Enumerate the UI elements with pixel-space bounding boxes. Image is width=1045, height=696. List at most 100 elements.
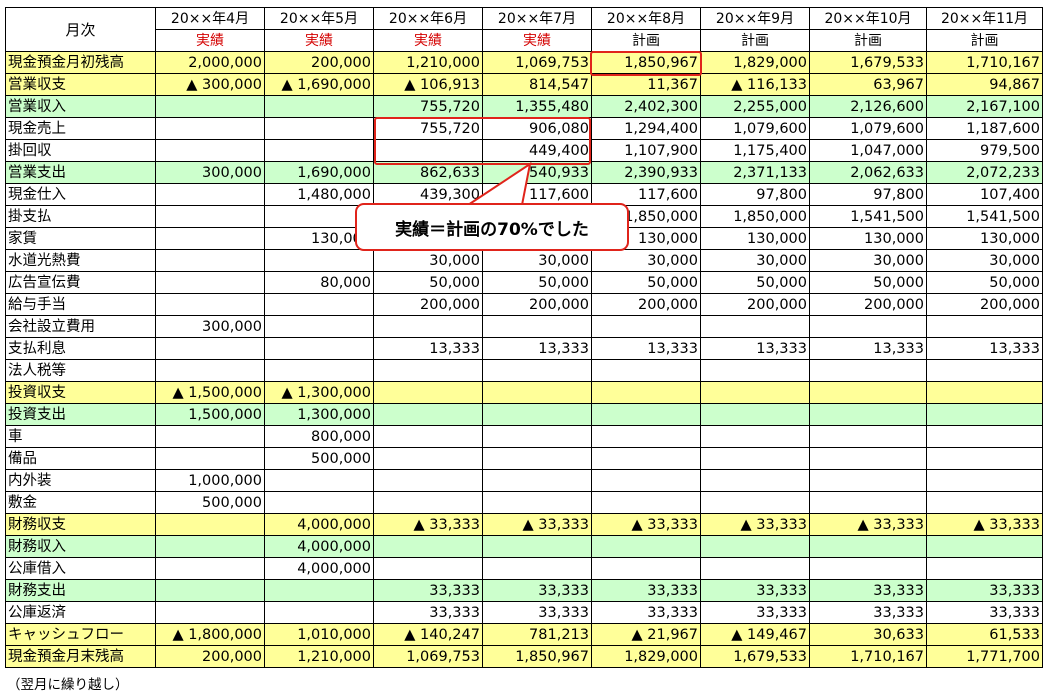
- value-cell: [926, 447, 1043, 470]
- value-cell: 30,000: [373, 249, 483, 272]
- value-cell: [373, 403, 483, 426]
- value-cell: 50,000: [700, 271, 810, 294]
- value-cell: 61,533: [926, 623, 1043, 646]
- value-cell: [700, 557, 810, 580]
- value-cell: 200,000: [155, 645, 265, 668]
- value-cell: 4,000,000: [264, 557, 374, 580]
- value-cell: 1,710,167: [926, 51, 1043, 74]
- value-cell: [373, 425, 483, 448]
- value-cell: [809, 315, 927, 338]
- value-cell: 13,333: [591, 337, 701, 360]
- value-cell: [264, 139, 374, 162]
- value-cell: 30,000: [926, 249, 1043, 272]
- value-cell: 1,000,000: [155, 469, 265, 492]
- value-cell: 1,069,753: [482, 51, 592, 74]
- table-row: 現金売上 755,720 906,080 1,294,400 1,079,600 1,07…: [5, 117, 1043, 140]
- value-cell: 755,720: [373, 95, 483, 118]
- value-cell: ▲ 149,467: [700, 623, 810, 646]
- value-cell: 200,000: [700, 293, 810, 316]
- value-cell: 2,371,133: [700, 161, 810, 184]
- value-cell: 1,175,400: [700, 139, 810, 162]
- table-row: 会社設立費用 300,000: [5, 315, 1043, 338]
- value-cell: ▲ 33,333: [482, 513, 592, 536]
- value-cell: 449,400: [482, 139, 592, 162]
- row-label: 投資収支: [5, 381, 156, 404]
- row-label: 投資支出: [5, 403, 156, 426]
- value-cell: [155, 337, 265, 360]
- value-cell: [482, 381, 592, 404]
- value-cell: [373, 491, 483, 514]
- row-label: 支払利息: [5, 337, 156, 360]
- value-cell: 50,000: [809, 271, 927, 294]
- value-cell: 300,000: [155, 161, 265, 184]
- value-cell: 2,062,633: [809, 161, 927, 184]
- value-cell: 33,333: [926, 579, 1043, 602]
- value-cell: [264, 249, 374, 272]
- row-label: 公庫借入: [5, 557, 156, 580]
- value-cell: 200,000: [482, 293, 592, 316]
- value-cell: 50,000: [482, 271, 592, 294]
- value-cell: [926, 469, 1043, 492]
- value-cell: 1,300,000: [264, 403, 374, 426]
- kind-label-plan: 計画: [591, 29, 701, 52]
- value-cell: ▲ 33,333: [373, 513, 483, 536]
- row-label: 会社設立費用: [5, 315, 156, 338]
- value-cell: 63,967: [809, 73, 927, 96]
- value-cell: 130,000: [700, 227, 810, 250]
- value-cell: 2,390,933: [591, 161, 701, 184]
- value-cell: 1,480,000: [264, 183, 374, 206]
- row-label: 財務収入: [5, 535, 156, 558]
- value-cell: [591, 403, 701, 426]
- value-cell: [809, 381, 927, 404]
- row-label: キャッシュフロー: [5, 623, 156, 646]
- value-cell: [155, 579, 265, 602]
- value-cell: 30,000: [809, 249, 927, 272]
- value-cell: ▲ 1,800,000: [155, 623, 265, 646]
- value-cell: ▲ 33,333: [700, 513, 810, 536]
- value-cell: 2,255,000: [700, 95, 810, 118]
- value-cell: 200,000: [591, 293, 701, 316]
- table-row: 現金預金月末残高 200,000 1,210,000 1,069,753 1,850,9…: [5, 645, 1043, 668]
- value-cell: [700, 381, 810, 404]
- value-cell: 1,850,967: [482, 645, 592, 668]
- value-cell: 1,010,000: [264, 623, 374, 646]
- row-label: 財務収支: [5, 513, 156, 536]
- value-cell: [373, 315, 483, 338]
- value-cell: 13,333: [373, 337, 483, 360]
- value-cell: [264, 469, 374, 492]
- value-cell: 33,333: [482, 601, 592, 624]
- value-cell: 200,000: [926, 293, 1043, 316]
- value-cell: [264, 293, 374, 316]
- value-cell: 33,333: [700, 601, 810, 624]
- value-cell: 1,079,600: [809, 117, 927, 140]
- value-cell: [926, 491, 1043, 514]
- table-row: 法人税等: [5, 359, 1043, 382]
- table-row: 投資支出 1,500,000 1,300,000: [5, 403, 1043, 426]
- value-cell: 1,210,000: [373, 51, 483, 74]
- value-cell: 13,333: [700, 337, 810, 360]
- row-label: 公庫返済: [5, 601, 156, 624]
- value-cell: 862,633: [373, 161, 483, 184]
- value-cell: [926, 425, 1043, 448]
- value-cell: [373, 447, 483, 470]
- value-cell: [155, 557, 265, 580]
- value-cell: [155, 117, 265, 140]
- value-cell: [482, 535, 592, 558]
- value-cell: [482, 557, 592, 580]
- value-cell: [155, 227, 265, 250]
- value-cell: 1,850,000: [700, 205, 810, 228]
- value-cell: 30,000: [700, 249, 810, 272]
- value-cell: [373, 557, 483, 580]
- table-row: 営業収入 755,720 1,355,480 2,402,300 2,255,000 2,…: [5, 95, 1043, 118]
- value-cell: 2,072,233: [926, 161, 1043, 184]
- value-cell: 13,333: [926, 337, 1043, 360]
- value-cell: [700, 469, 810, 492]
- value-cell: 13,333: [809, 337, 927, 360]
- table-row: 公庫借入 4,000,000: [5, 557, 1043, 580]
- value-cell: ▲ 21,967: [591, 623, 701, 646]
- value-cell: [482, 469, 592, 492]
- value-cell: [809, 557, 927, 580]
- value-cell: 33,333: [926, 601, 1043, 624]
- table-row: 財務収入 4,000,000: [5, 535, 1043, 558]
- value-cell: ▲ 33,333: [809, 513, 927, 536]
